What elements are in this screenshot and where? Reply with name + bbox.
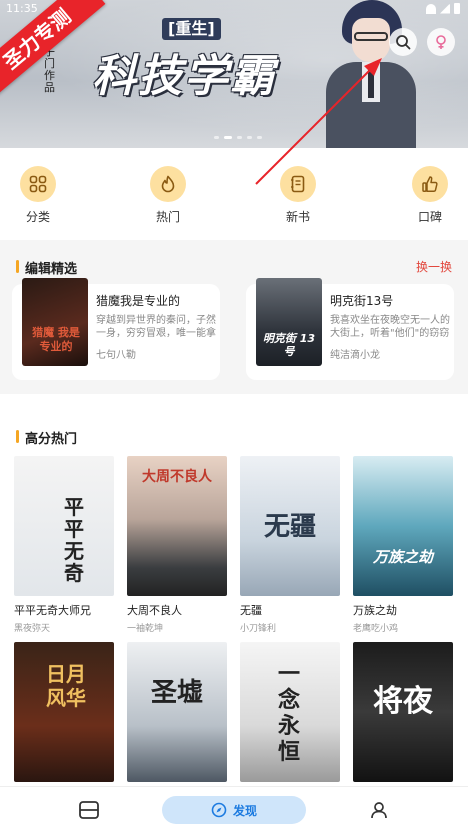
book-item[interactable]: 平平无奇 平平无奇大师兄 黑夜弥天 [14, 456, 114, 634]
editor-pick-card[interactable]: 猎魔 我是专业的 猎魔我是专业的 穿越到异世界的秦问，子然一身，穷穷冒艰，唯一能… [12, 278, 220, 380]
book-item[interactable]: 日月风华 [14, 642, 114, 786]
book-author: 老鹰吃小鸡 [353, 624, 399, 634]
book-name: 平平无奇大师兄 [14, 604, 91, 617]
grid-icon [29, 175, 47, 193]
section-title: 高分热门 [16, 428, 77, 447]
banner-character-illustration [318, 0, 418, 148]
carousel-dot [247, 136, 252, 139]
banner-tag: [重生] [162, 18, 221, 40]
book-title: 猎魔我是专业的 [96, 294, 181, 308]
quick-nav-label: 热门 [155, 210, 180, 224]
search-button[interactable] [389, 28, 417, 56]
user-icon [371, 802, 387, 819]
editor-pick-card[interactable]: 明克街 13号 明克街13号 我喜欢坐在夜晚空无一人的大街上，听着"他们"的窃窃… [246, 278, 454, 380]
book-cover: 圣墟 [127, 642, 227, 782]
carousel-dot [214, 136, 219, 139]
book-item[interactable]: 将夜 [353, 642, 453, 786]
compass-icon [211, 802, 227, 818]
discover-content[interactable]: 分类 热门 新书 口碑 编辑精选 换一换 猎魔 我是专业的 猎魔我是专业的 穿越… [0, 148, 468, 786]
book-item[interactable]: 无疆 无疆 小刀锋利 [240, 456, 340, 634]
banner-title: 科技学霸 [92, 51, 276, 102]
swap-button[interactable]: 换一换 [416, 258, 452, 275]
notebook-icon [291, 175, 305, 193]
book-cover: 万族之劫 [353, 456, 453, 596]
book-title: 明克街13号 [330, 294, 394, 308]
book-cover: 日月风华 [14, 642, 114, 782]
section-title: 编辑精选 [16, 258, 77, 277]
book-cover: 一念永恒 [240, 642, 340, 782]
book-item[interactable]: 大周不良人 大周不良人 一袖乾坤 [127, 456, 227, 634]
nav-profile[interactable] [366, 796, 392, 824]
battery-icon [454, 3, 460, 14]
book-name: 大周不良人 [127, 604, 182, 617]
search-icon [396, 35, 411, 50]
book-item[interactable]: 万族之劫 万族之劫 老鹰吃小鸡 [353, 456, 453, 634]
book-cover: 明克街 13号 [256, 278, 322, 366]
quick-nav: 分类 热门 新书 口碑 [0, 166, 468, 236]
editor-picks-section: 编辑精选 换一换 猎魔 我是专业的 猎魔我是专业的 穿越到异世界的秦问，子然一身… [0, 240, 468, 394]
quick-nav-label: 口碑 [417, 210, 442, 224]
hero-banner[interactable]: 11:35 圣力专测 子门 作品 [重生] 科技学霸 [0, 0, 468, 148]
book-item[interactable]: 圣墟 [127, 642, 227, 786]
book-cover: 无疆 [240, 456, 340, 596]
book-author: 小刀锋利 [240, 624, 277, 634]
thumbs-up-icon [422, 176, 438, 192]
book-desc: 穿越到异世界的秦问，子然一身，穷穷冒艰，唯一能拿得出... [96, 315, 216, 339]
gender-switch-button[interactable] [427, 28, 455, 56]
female-icon [436, 35, 446, 49]
quick-nav-new[interactable]: 新书 [266, 166, 330, 230]
book-name: 无疆 [240, 604, 262, 617]
bottom-nav: 发现 [0, 786, 468, 832]
book-cover: 平平无奇 [14, 456, 114, 596]
book-desc: 我喜欢坐在夜晚空无一人的大街上，听着"他们"的窃窃私语... [330, 315, 450, 339]
carousel-dot [237, 136, 242, 139]
nav-discover-label: 发现 [232, 803, 257, 818]
bookshelf-icon [79, 801, 99, 819]
quick-nav-label: 新书 [285, 210, 310, 224]
book-name: 万族之劫 [353, 604, 397, 617]
book-item[interactable]: 一念永恒 [240, 642, 340, 786]
book-cover: 大周不良人 [127, 456, 227, 596]
nav-bookshelf[interactable] [76, 796, 102, 824]
quick-nav-reputation[interactable]: 口碑 [398, 166, 462, 230]
quick-nav-label: 分类 [25, 210, 50, 224]
carousel-indicator [214, 136, 262, 139]
quick-nav-hot[interactable]: 热门 [136, 166, 200, 230]
hot-books-section: 高分热门 平平无奇 平平无奇大师兄 黑夜弥天 大周不良人 大周不良人 一袖乾坤 … [0, 412, 468, 786]
carousel-dot [257, 136, 262, 139]
status-icons [426, 3, 460, 14]
flame-icon [161, 175, 175, 193]
quick-nav-category[interactable]: 分类 [6, 166, 70, 230]
nav-discover[interactable]: 发现 [162, 796, 306, 824]
signal-icon [440, 3, 450, 14]
banner-title-group: [重生] 科技学霸 [92, 18, 282, 114]
book-author: 七句八勒 [96, 350, 136, 361]
book-author: 黑夜弥天 [14, 624, 51, 634]
book-author: 一袖乾坤 [127, 624, 164, 634]
book-cover: 猎魔 我是专业的 [22, 278, 88, 366]
wifi-icon [426, 3, 436, 14]
status-time: 11:35 [6, 2, 38, 15]
book-author: 纯洁滴小龙 [330, 350, 380, 361]
carousel-dot-active [224, 136, 232, 139]
book-cover: 将夜 [353, 642, 453, 782]
